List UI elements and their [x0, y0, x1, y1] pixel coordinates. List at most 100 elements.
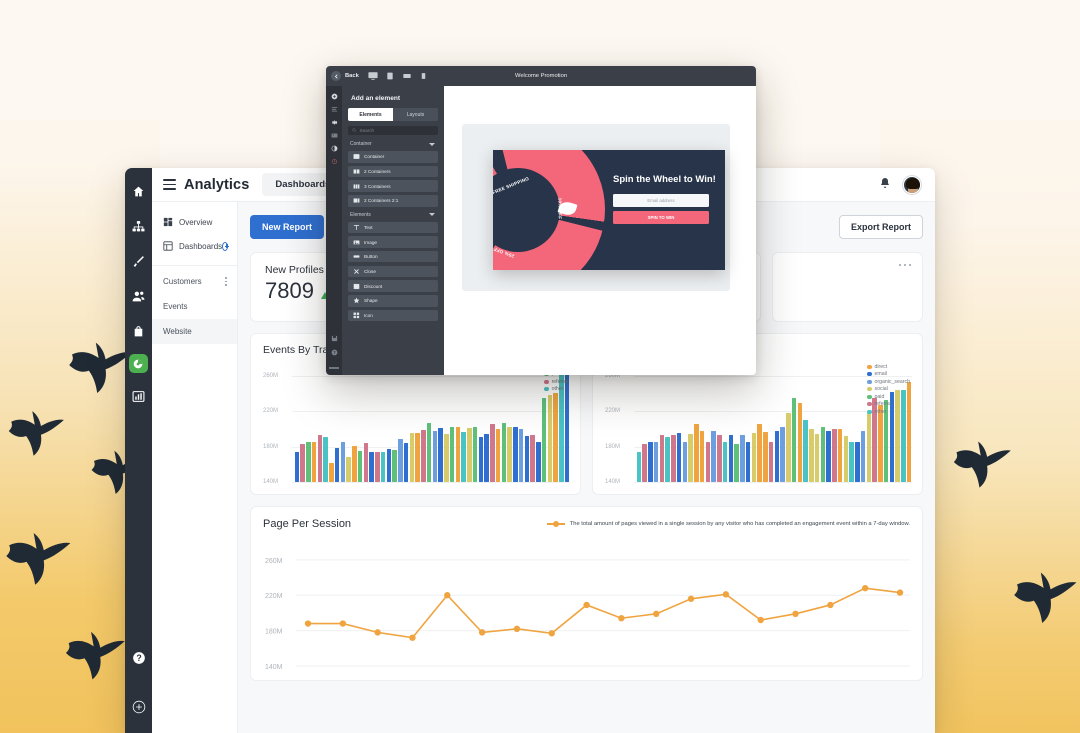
- two-containers-icon: [353, 168, 360, 175]
- bar: [501, 423, 507, 482]
- bar: [734, 444, 739, 482]
- bar: [438, 428, 443, 482]
- element-discount[interactable]: Discount: [348, 280, 438, 292]
- sidebar-item-events[interactable]: Events: [152, 294, 237, 319]
- sidebar-item-customers[interactable]: Customers: [152, 269, 237, 294]
- card-more-options-icon[interactable]: [898, 264, 912, 267]
- layers-icon[interactable]: [326, 103, 342, 116]
- element-icon[interactable]: Icon: [348, 309, 438, 322]
- bird-decoration: [1014, 572, 1077, 623]
- email-field[interactable]: Email address: [613, 194, 709, 207]
- element-shape[interactable]: Shape: [348, 295, 438, 307]
- data-point: [409, 634, 416, 641]
- element-two-containers[interactable]: 2 Containers: [348, 165, 438, 178]
- bar: [694, 424, 699, 482]
- bar-chart-1: 260M 220M 180M 140M direct email organic_searc…: [605, 361, 912, 485]
- sitemap-icon[interactable]: [125, 214, 152, 238]
- brush-icon[interactable]: [125, 249, 152, 273]
- sidebar-item-label: Overview: [179, 217, 213, 227]
- bag-icon[interactable]: [125, 319, 152, 343]
- mobile-icon[interactable]: [419, 71, 429, 81]
- element-text[interactable]: Text: [348, 221, 438, 234]
- element-two-containers-ratio[interactable]: 2 Containers 2:1: [348, 195, 438, 207]
- bar: [705, 441, 711, 482]
- users-icon[interactable]: [125, 284, 152, 308]
- add-element-icon[interactable]: [326, 90, 342, 103]
- pie-chart-icon[interactable]: [129, 354, 148, 373]
- data-point: [339, 620, 347, 627]
- save-template-icon[interactable]: [326, 332, 342, 345]
- chevron-down-icon: [429, 213, 435, 217]
- y-axis-tick: 260M: [263, 372, 279, 379]
- image-tool-icon[interactable]: [326, 129, 342, 142]
- gridline: [292, 482, 570, 483]
- data-point: [722, 591, 730, 598]
- add-dashboard-icon[interactable]: [222, 241, 229, 251]
- contrast-icon[interactable]: [326, 142, 342, 155]
- data-point: [374, 629, 381, 636]
- bar: [653, 441, 659, 482]
- chevron-left-icon: [331, 71, 341, 81]
- sidebar-item-overview[interactable]: Overview: [152, 210, 237, 234]
- bar: [340, 441, 346, 482]
- chart-legend: direct email organic_search social paid refer…: [867, 363, 910, 416]
- data-point: [513, 625, 521, 633]
- element-image[interactable]: Image: [348, 236, 438, 248]
- home-icon[interactable]: [125, 179, 152, 203]
- bar: [306, 441, 311, 482]
- more-options-icon[interactable]: [225, 277, 227, 286]
- settings-icon[interactable]: [326, 116, 342, 129]
- section-header-elements[interactable]: Elements: [350, 212, 438, 218]
- editor-canvas[interactable]: FREE SHIPPING 10% OFF 25% OFF Spin the W…: [444, 86, 756, 375]
- chart-note-text: The total amount of pages viewed in a si…: [569, 521, 910, 527]
- legend-dot: [544, 387, 549, 392]
- tablet-portrait-icon[interactable]: [385, 71, 395, 81]
- legend-label: paid: [874, 393, 885, 400]
- spin-to-win-button[interactable]: SPIN TO WIN: [613, 211, 709, 224]
- bell-icon[interactable]: [879, 176, 891, 194]
- help-icon[interactable]: ?: [326, 346, 342, 359]
- element-label: 2 Containers: [364, 168, 391, 174]
- sidebar-item-label: Customers: [163, 277, 202, 286]
- sidebar-item-label: Website: [163, 327, 192, 336]
- element-close[interactable]: Close: [348, 265, 438, 278]
- menu-toggle-button[interactable]: [163, 179, 176, 190]
- element-container[interactable]: Container: [348, 151, 438, 163]
- bar: [636, 452, 642, 482]
- bar: [711, 431, 716, 482]
- tab-elements[interactable]: Elements: [348, 108, 393, 121]
- section-header-container[interactable]: Container: [350, 141, 438, 147]
- app-icon-rail: ?: [125, 168, 152, 733]
- bar: [814, 433, 820, 482]
- search-input[interactable]: Search: [348, 126, 438, 135]
- back-button-label: Back: [345, 73, 359, 79]
- legend-item: direct: [867, 363, 910, 371]
- element-label: Discount: [364, 283, 383, 289]
- element-button[interactable]: Button: [348, 250, 438, 263]
- sidebar-item-website[interactable]: Website: [152, 319, 237, 344]
- desktop-icon[interactable]: [368, 71, 378, 81]
- sidebar-item-dashboards[interactable]: Dashboards: [152, 234, 237, 258]
- bar: [495, 429, 501, 482]
- legend-label: direct: [874, 363, 888, 370]
- bar: [329, 462, 334, 482]
- export-report-button[interactable]: Export Report: [838, 215, 923, 239]
- tablet-landscape-icon[interactable]: [402, 71, 412, 81]
- data-point: [792, 610, 799, 618]
- back-button[interactable]: Back: [331, 71, 359, 81]
- avatar[interactable]: [903, 175, 921, 194]
- add-circle-icon[interactable]: [125, 695, 152, 719]
- container-icon: [353, 153, 360, 160]
- bar: [432, 431, 438, 482]
- new-report-button[interactable]: New Report: [250, 215, 325, 239]
- legend-item: referral: [544, 378, 568, 386]
- bar: [791, 398, 797, 482]
- bird-decoration: [65, 631, 125, 680]
- bar-chart-icon[interactable]: [125, 384, 152, 408]
- editor-elements-panel: Add an element Elements Layouts Search C…: [342, 86, 444, 375]
- history-icon[interactable]: [326, 155, 342, 168]
- element-three-containers[interactable]: 3 Containers: [348, 180, 438, 192]
- help-icon[interactable]: ?: [125, 646, 152, 670]
- y-axis-tick: 220M: [265, 593, 283, 600]
- tab-layouts[interactable]: Layouts: [393, 108, 438, 121]
